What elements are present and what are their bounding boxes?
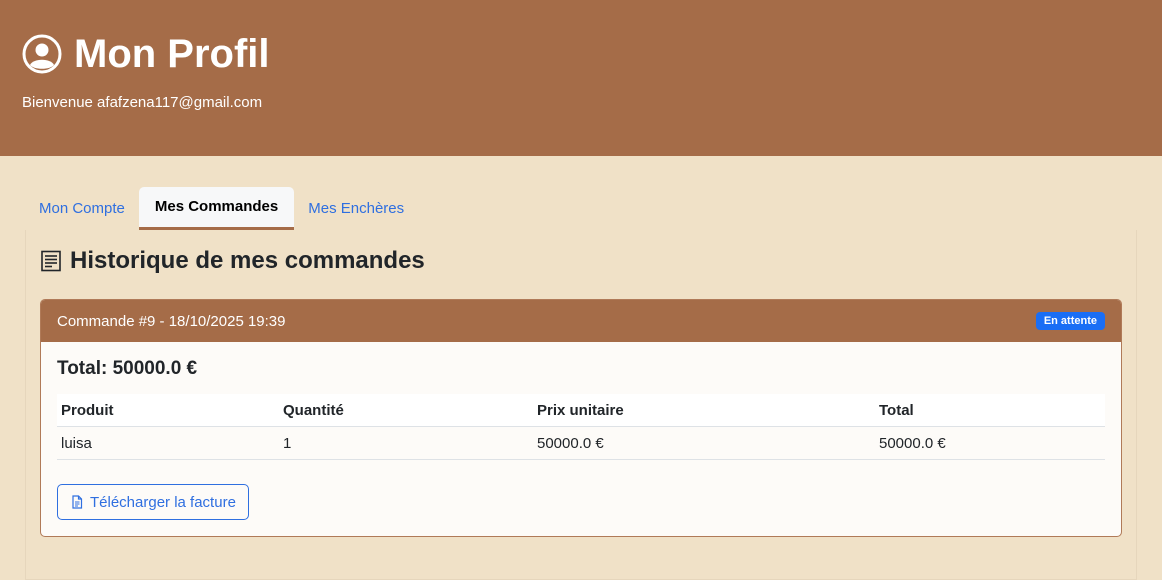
orders-panel: Historique de mes commandes Commande #9 …: [25, 230, 1137, 580]
receipt-icon: [41, 250, 61, 272]
order-items-table: Produit Quantité Prix unitaire Total lui…: [57, 394, 1105, 460]
main-content: Mon Compte Mes Commandes Mes Enchères Hi…: [0, 156, 1162, 580]
status-badge: En attente: [1035, 312, 1105, 330]
user-circle-icon: [22, 34, 62, 74]
column-header-total: Total: [875, 394, 1105, 427]
column-header-quantite: Quantité: [279, 394, 533, 427]
cell-prix-unitaire: 50000.0 €: [533, 426, 875, 460]
table-header-row: Produit Quantité Prix unitaire Total: [57, 394, 1105, 427]
welcome-text: Bienvenue afafzena117@gmail.com: [22, 94, 263, 111]
column-header-produit: Produit: [57, 394, 279, 427]
page-title: Mon Profil: [22, 32, 1140, 76]
file-text-icon: [72, 495, 83, 509]
tab-mes-encheres[interactable]: Mes Enchères: [294, 187, 418, 230]
download-invoice-button[interactable]: Télécharger la facture: [57, 484, 249, 520]
tab-mon-compte[interactable]: Mon Compte: [25, 187, 139, 230]
cell-quantite: 1: [279, 426, 533, 460]
cell-total: 50000.0 €: [875, 426, 1105, 460]
order-header-text: Commande #9 - 18/10/2025 19:39: [57, 312, 286, 330]
order-card-header: Commande #9 - 18/10/2025 19:39 En attent…: [41, 300, 1121, 342]
order-card-body: Total: 50000.0 € Produit Quantité Prix u…: [41, 342, 1121, 536]
order-total: Total: 50000.0 €: [57, 358, 198, 379]
section-title: Historique de mes commandes: [40, 247, 1122, 275]
profile-header: Mon Profil Bienvenue afafzena117@gmail.c…: [0, 0, 1162, 156]
cell-produit: luisa: [57, 426, 279, 460]
tab-mes-commandes[interactable]: Mes Commandes: [138, 187, 295, 230]
table-row: luisa 1 50000.0 € 50000.0 €: [57, 426, 1105, 460]
column-header-prix-unitaire: Prix unitaire: [533, 394, 875, 427]
tab-bar: Mon Compte Mes Commandes Mes Enchères: [25, 187, 1137, 230]
download-invoice-label: Télécharger la facture: [90, 493, 236, 511]
page-title-text: Mon Profil: [74, 32, 270, 76]
order-card: Commande #9 - 18/10/2025 19:39 En attent…: [40, 299, 1122, 537]
section-title-text: Historique de mes commandes: [70, 247, 425, 274]
